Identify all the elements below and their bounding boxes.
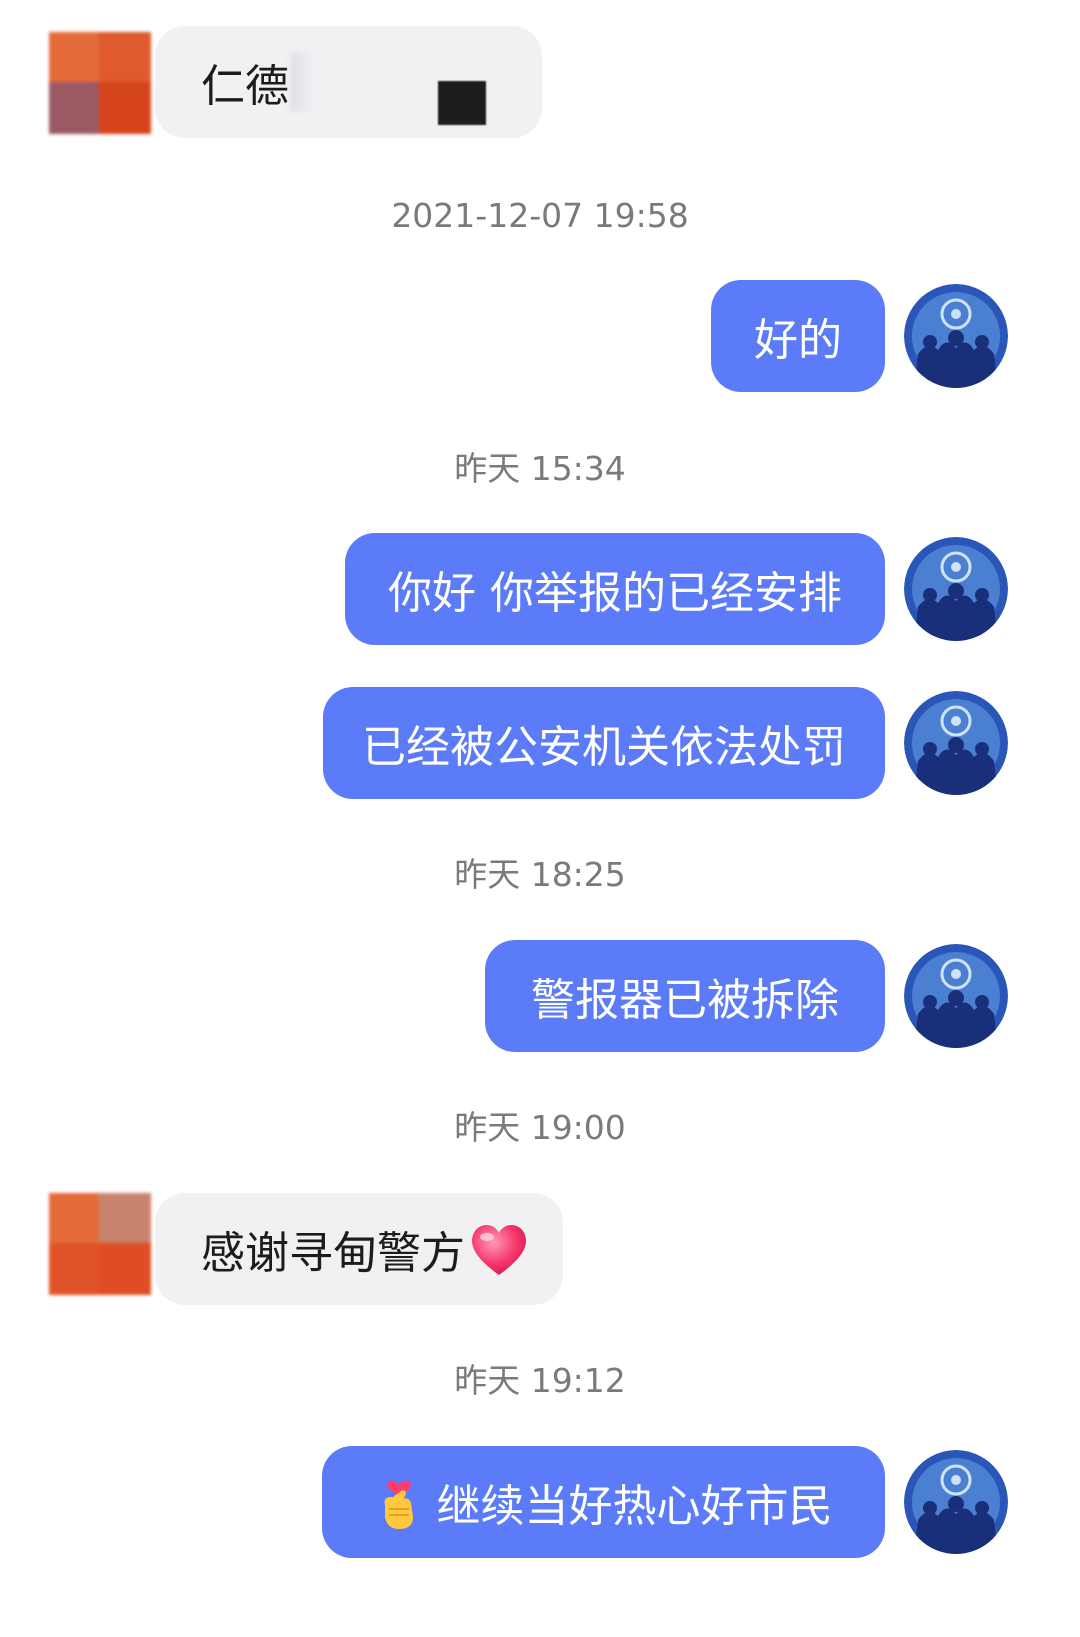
outgoing-message-bubble[interactable]: 你好 你举报的已经安排 [345, 533, 885, 645]
incoming-message-bubble[interactable]: 仁德 [155, 26, 542, 138]
timestamp: 昨天 18:25 [454, 855, 626, 894]
police-avatar[interactable] [904, 284, 1008, 388]
police-avatar[interactable] [904, 1450, 1008, 1554]
police-emblem-icon [904, 284, 1008, 388]
redaction-block [438, 81, 486, 125]
police-emblem-icon [904, 691, 1008, 795]
message-text: 警报器已被拆除 [531, 975, 839, 1026]
timestamp: 昨天 19:12 [454, 1361, 626, 1400]
timestamp: 昨天 15:34 [454, 449, 626, 488]
message-text: 你好 你举报的已经安排 [388, 568, 842, 619]
redaction-blur [291, 53, 313, 111]
police-emblem-icon [904, 537, 1008, 641]
message-text: 感谢寻甸警方 [201, 1228, 465, 1279]
message-text: 已经被公安机关依法处罚 [362, 722, 846, 773]
incoming-message-bubble[interactable]: 感谢寻甸警方 [155, 1193, 563, 1305]
finger-heart-icon [384, 1480, 413, 1529]
user-avatar[interactable] [49, 32, 151, 134]
outgoing-message-bubble[interactable]: 继续当好热心好市民 [322, 1446, 885, 1558]
message-text: 好的 [754, 315, 842, 366]
police-avatar[interactable] [904, 691, 1008, 795]
police-emblem-icon [904, 944, 1008, 1048]
outgoing-message-bubble[interactable]: 警报器已被拆除 [485, 940, 885, 1052]
message-text: 仁德 [201, 61, 289, 112]
user-avatar[interactable] [49, 1193, 151, 1295]
police-avatar[interactable] [904, 537, 1008, 641]
outgoing-message-bubble[interactable]: 已经被公安机关依法处罚 [323, 687, 885, 799]
police-emblem-icon [904, 1450, 1008, 1554]
outgoing-message-bubble[interactable]: 好的 [711, 280, 885, 392]
timestamp: 昨天 19:00 [454, 1108, 626, 1147]
police-avatar[interactable] [904, 944, 1008, 1048]
heart-icon [472, 1224, 526, 1275]
message-text: 继续当好热心好市民 [436, 1481, 833, 1532]
timestamp: 2021-12-07 19:58 [391, 196, 689, 235]
